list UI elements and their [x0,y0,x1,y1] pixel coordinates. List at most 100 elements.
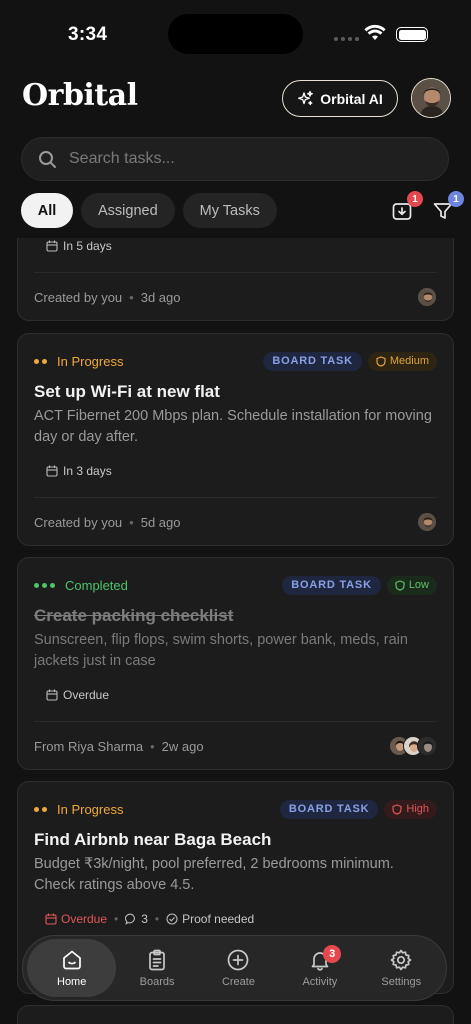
battery-icon [396,27,428,42]
task-description: Sunscreen, flip flops, swim shorts, powe… [34,632,408,669]
card-header: In Progress BOARD TASK Medium [34,351,437,371]
card-footer: From Riya Sharma • 2w ago [34,736,437,756]
tab-all[interactable]: All [21,193,73,228]
assignee-avatars [389,736,437,756]
filter-button[interactable]: 1 [430,191,464,224]
filter-badge: 1 [448,191,464,207]
shield-icon [395,579,405,591]
status-label: In Progress [57,353,124,369]
overdue-indicator: Overdue [45,912,107,926]
task-title: Find Airbnb near Baga Beach [34,830,272,849]
orbital-ai-label: Orbital AI [320,90,383,107]
due-date: Overdue [46,688,109,702]
app-logo: Orbital [22,78,138,113]
status-label: In Progress [57,801,124,817]
calendar-icon [45,913,57,925]
priority-tag: Medium [367,351,437,371]
inbox-badge: 1 [407,191,423,207]
card-divider [34,272,437,273]
card-header: In Progress BOARD TASK High [34,799,437,819]
task-description: ACT Fibernet 200 Mbps plan. Schedule ins… [34,408,432,445]
search-icon [39,150,56,168]
bottom-navigation: Home Boards Create 3 Activity Settings [22,935,447,1001]
nav-create[interactable]: Create [198,939,279,997]
shield-icon [392,803,402,815]
time-ago: 2w ago [161,738,204,754]
due-date-text: Overdue [63,688,110,702]
task-description: Budget ₹3k/night, pool preferred, 2 bedr… [34,856,394,893]
creator-text: Created by you [34,514,123,530]
task-title: Create packing checklist [34,606,234,625]
comments-count: 3 [125,912,148,926]
due-date: In 5 days [46,239,112,253]
time-ago: 3d ago [140,289,181,305]
calendar-icon [46,465,58,477]
nav-settings-label: Settings [381,976,422,988]
sparkles-icon [298,90,314,106]
creator-text: Created by you [34,289,123,305]
home-icon [62,950,81,970]
avatar [417,287,437,307]
creator-text: From Riya Sharma [34,738,144,754]
cellular-signal-icon [334,37,359,41]
status-time: 3:34 [68,24,108,45]
task-card[interactable] [17,1005,454,1024]
plus-circle-icon [228,949,249,971]
status-dots-icon [34,358,47,364]
nav-activity[interactable]: 3 Activity [279,939,360,997]
priority-label: Medium [389,355,429,367]
nav-create-label: Create [221,976,255,988]
assignee-avatars [417,287,437,307]
due-date: In 3 days [46,464,112,478]
board-task-tag: BOARD TASK [263,351,362,371]
nav-boards-label: Boards [139,976,175,988]
priority-tag: Low [386,575,437,595]
task-card[interactable]: In Progress BOARD TASK Medium Set up Wi-… [17,333,454,546]
assignee-avatars [417,512,437,532]
priority-tag: High [384,799,437,819]
status-bar: 3:34 [0,0,471,70]
filter-tabs: All Assigned My Tasks [21,193,277,228]
search-bar[interactable] [21,137,449,181]
tab-assigned[interactable]: Assigned [81,193,175,228]
comment-icon [125,913,136,925]
profile-avatar[interactable] [411,78,451,118]
card-footer: Created by you • 3d ago [34,287,437,307]
wifi-icon [364,24,386,40]
board-task-tag: BOARD TASK [279,799,379,819]
due-date-text: Overdue [61,912,108,926]
nav-home-label: Home [57,976,87,988]
priority-label: Low [408,579,429,591]
due-date-text: In 5 days [63,239,112,253]
calendar-icon [46,240,58,252]
task-title: Set up Wi-Fi at new flat [34,382,220,401]
nav-boards[interactable]: Boards [116,939,197,997]
proof-needed: Proof needed [166,912,254,926]
status-dots-icon [34,582,55,588]
nav-activity-label: Activity [302,976,338,988]
task-card[interactable]: In 5 days Created by you • 3d ago [17,238,454,321]
card-divider [34,497,437,498]
nav-home[interactable]: Home [27,939,117,997]
card-header: Completed BOARD TASK Low [34,575,437,595]
gear-icon [390,949,412,971]
task-meta-row: Overdue • 3 • Proof needed [45,912,254,926]
shield-icon [376,355,386,367]
search-input[interactable] [69,150,409,168]
tab-my-tasks[interactable]: My Tasks [182,193,277,228]
task-card[interactable]: Completed BOARD TASK Low Create packing … [17,557,454,770]
board-task-tag: BOARD TASK [282,575,381,595]
clipboard-icon [149,949,165,971]
calendar-icon [46,689,58,701]
card-footer: Created by you • 5d ago [34,512,437,532]
avatar [417,736,437,756]
task-list[interactable]: In 5 days Created by you • 3d ago In Pro… [0,238,471,1024]
inbox-button[interactable]: 1 [389,191,423,224]
nav-settings[interactable]: Settings [361,939,442,997]
proof-needed-text: Proof needed [182,912,255,926]
orbital-ai-button[interactable]: Orbital AI [282,80,398,117]
comments-number: 3 [141,912,148,926]
dynamic-island [168,14,303,54]
card-divider [34,721,437,722]
avatar [417,512,437,532]
